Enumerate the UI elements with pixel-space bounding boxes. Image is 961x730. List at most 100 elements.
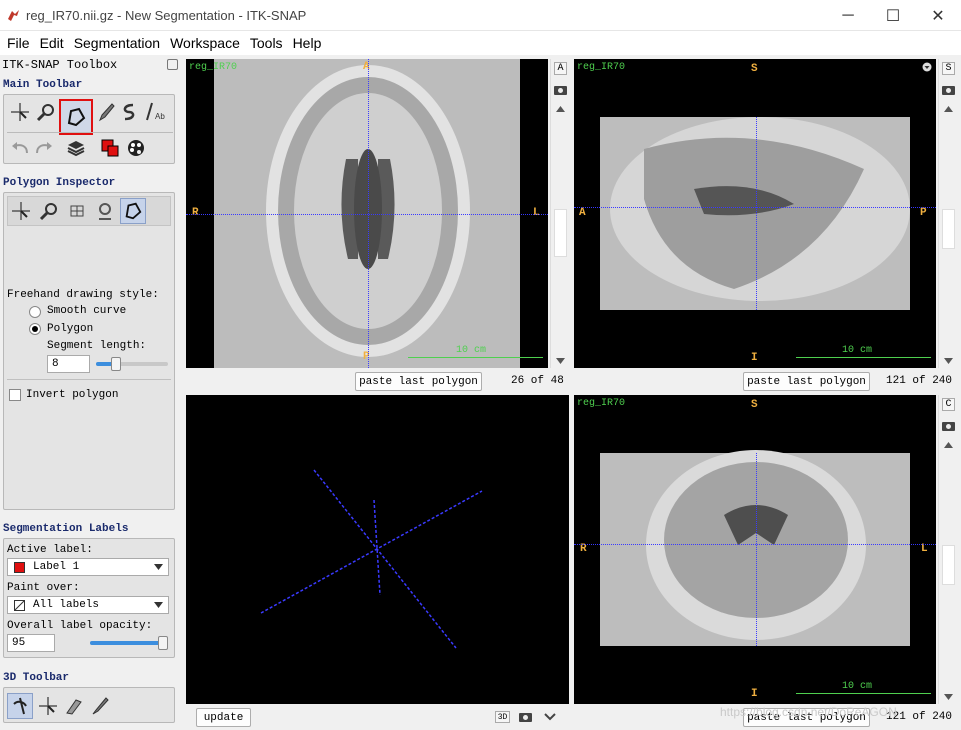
magnifier-icon <box>39 203 57 221</box>
paste-last-polygon-button[interactable]: paste last polygon <box>355 372 482 391</box>
inspector-polygon-button[interactable] <box>120 198 146 224</box>
axial-view[interactable]: reg_IR70 A P R L 10 cm <box>186 59 548 368</box>
maximize-button[interactable]: ☐ <box>870 0 916 31</box>
polygon-radio-label: Polygon <box>47 323 94 335</box>
itksnap-logo-icon <box>8 10 19 21</box>
crosshair-horizontal <box>186 214 548 215</box>
menu-file[interactable]: File <box>2 35 35 51</box>
invert-polygon-checkbox[interactable] <box>9 389 21 401</box>
sagittal-view[interactable]: reg_IR70 S I A P 10 cm <box>574 59 936 368</box>
inspector-layout-button[interactable] <box>66 200 88 222</box>
menu-edit[interactable]: Edit <box>35 35 69 51</box>
segment-length-thumb[interactable] <box>111 357 121 371</box>
camera-icon[interactable] <box>554 84 567 95</box>
scroll-down-icon[interactable] <box>556 358 565 364</box>
toolbox-panel: ITK-SNAP Toolbox Main Toolbar Ab Polygon… <box>0 55 181 730</box>
view-image-name: reg_IR70 <box>577 398 626 409</box>
polygon-radio[interactable] <box>29 323 41 335</box>
menu-segmentation[interactable]: Segmentation <box>69 35 165 51</box>
render-3d-crosshair <box>260 469 483 649</box>
scroll-down-icon[interactable] <box>944 694 953 700</box>
camera-icon[interactable] <box>519 711 532 722</box>
smooth-curve-radio[interactable] <box>29 306 41 318</box>
opacity-caption: Overall label opacity: <box>7 620 153 632</box>
watermark-text: https://blog.csdn.net/DoReAGON <box>720 705 897 719</box>
annotation-tool-button[interactable]: Ab <box>144 101 166 123</box>
active-label-dropdown[interactable]: Label 1 <box>7 558 169 576</box>
menu-help[interactable]: Help <box>288 35 327 51</box>
coronal-slice-scroll-thumb[interactable] <box>942 545 955 585</box>
axial-slice-scroll-thumb[interactable] <box>554 209 567 257</box>
polygon-tool-button[interactable] <box>59 99 93 135</box>
menu-tools[interactable]: Tools <box>245 35 288 51</box>
minimize-button[interactable]: ─ <box>825 0 871 31</box>
axial-layout-button[interactable]: A <box>554 62 567 75</box>
view-3d-badge[interactable]: 3D <box>495 711 510 723</box>
spray-3d-button[interactable] <box>89 695 111 717</box>
chevron-down-icon[interactable] <box>544 713 556 721</box>
inspector-probe-button[interactable] <box>94 200 116 222</box>
crosshair-3d-button[interactable] <box>37 695 59 717</box>
paintbrush-tool-button[interactable] <box>94 101 116 123</box>
update-3d-button[interactable]: update <box>196 708 251 727</box>
snake-tool-button[interactable] <box>118 101 140 123</box>
inspector-crosshair-button[interactable] <box>10 200 32 222</box>
palette-button[interactable] <box>125 137 147 159</box>
label-color-button[interactable] <box>99 137 121 159</box>
coronal-image <box>600 450 910 646</box>
undock-icon[interactable] <box>167 59 178 70</box>
paste-last-polygon-button[interactable]: paste last polygon <box>743 372 870 391</box>
crosshair-tool-button[interactable] <box>9 101 31 123</box>
crosshair-icon <box>11 103 29 121</box>
scroll-down-icon[interactable] <box>944 358 953 364</box>
opacity-input[interactable]: 95 <box>7 634 55 652</box>
sagittal-slice-scroll-thumb[interactable] <box>942 209 955 249</box>
close-button[interactable]: ✕ <box>915 0 961 31</box>
coronal-layout-button[interactable]: C <box>942 398 955 411</box>
opacity-fill <box>90 641 164 645</box>
active-label-caption: Active label: <box>7 544 93 556</box>
camera-icon[interactable] <box>942 420 955 431</box>
segmentation-labels-heading: Segmentation Labels <box>3 523 129 535</box>
rotate-3d-button[interactable] <box>7 693 33 719</box>
render-3d-view[interactable] <box>186 395 569 704</box>
title-bar: reg_IR70.nii.gz - New Segmentation - ITK… <box>0 0 961 31</box>
magnifier-icon <box>36 104 54 122</box>
redo-button[interactable] <box>33 137 55 159</box>
main-toolbar: Ab <box>3 94 175 164</box>
orientation-top: S <box>751 63 758 75</box>
invert-polygon-label: Invert polygon <box>26 389 119 401</box>
all-labels-icon <box>14 599 25 611</box>
undo-button[interactable] <box>9 137 31 159</box>
window-title: reg_IR70.nii.gz - New Segmentation - ITK… <box>26 8 307 23</box>
crosshair-horizontal <box>574 207 936 208</box>
toolbar-3d <box>3 687 175 723</box>
scroll-up-icon[interactable] <box>556 106 565 112</box>
scale-bar-label: 10 cm <box>842 681 873 692</box>
segment-length-slider[interactable] <box>96 357 168 371</box>
menu-workspace[interactable]: Workspace <box>165 35 245 51</box>
zoom-tool-button[interactable] <box>35 101 57 123</box>
view-menu-icon[interactable] <box>922 62 932 72</box>
inspector-divider <box>7 379 171 380</box>
crosshair-vertical <box>756 117 757 310</box>
scalpel-3d-button[interactable] <box>63 695 85 717</box>
spraypaint-icon <box>92 697 109 715</box>
inspector-zoom-button[interactable] <box>38 200 60 222</box>
segment-length-input[interactable]: 8 <box>47 355 90 373</box>
orientation-bottom: I <box>751 352 758 364</box>
sagittal-layout-button[interactable]: S <box>942 62 955 75</box>
segment-length-label: Segment length: <box>47 340 147 352</box>
palette-icon <box>128 140 144 156</box>
paint-over-dropdown[interactable]: All labels <box>7 596 169 614</box>
scroll-up-icon[interactable] <box>944 106 953 112</box>
camera-icon[interactable] <box>942 84 955 95</box>
slice-counter: 26 of 48 <box>511 375 564 387</box>
opacity-slider[interactable] <box>90 636 168 650</box>
layers-button[interactable] <box>65 137 87 159</box>
coronal-sidebar: C <box>938 395 957 704</box>
coronal-view[interactable]: reg_IR70 S I R L 10 cm <box>574 395 936 704</box>
scroll-up-icon[interactable] <box>944 442 953 448</box>
opacity-thumb[interactable] <box>158 636 168 650</box>
active-label-value: Label 1 <box>33 561 80 573</box>
